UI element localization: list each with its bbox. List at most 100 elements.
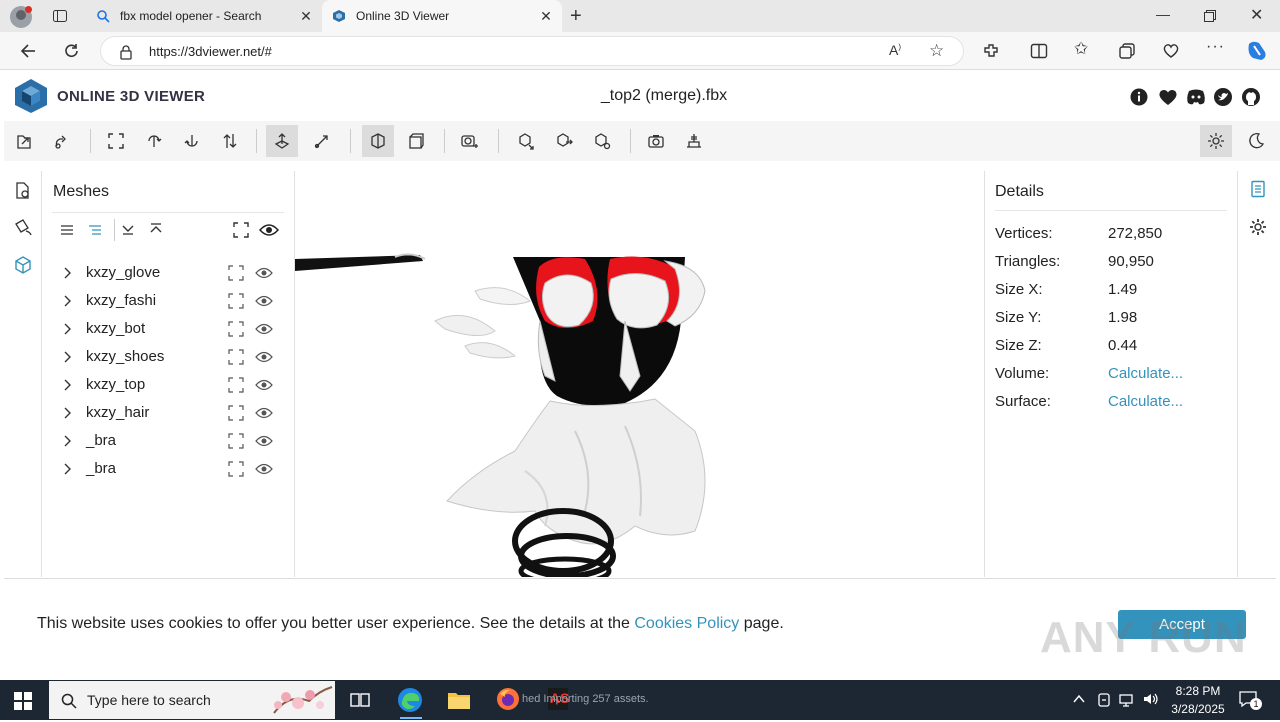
back-arrow-icon[interactable]: [12, 36, 44, 66]
new-tab-icon[interactable]: +: [570, 6, 582, 26]
fit-mesh-icon[interactable]: [228, 349, 244, 365]
lock-icon[interactable]: [119, 44, 133, 65]
chevron-right-icon[interactable]: [62, 377, 74, 393]
light-theme-icon[interactable]: [1200, 125, 1232, 157]
github-icon[interactable]: [1242, 88, 1260, 111]
fit-mesh-icon[interactable]: [228, 293, 244, 309]
fit-mesh-icon[interactable]: [228, 377, 244, 393]
tab-actions-icon[interactable]: [52, 8, 68, 29]
details-panel-icon[interactable]: [1250, 180, 1266, 203]
windows-start-icon[interactable]: [14, 692, 32, 715]
cookies-policy-link[interactable]: Cookies Policy: [634, 615, 739, 632]
model-settings-icon[interactable]: [586, 125, 618, 157]
snapshot-camera-icon[interactable]: [640, 125, 672, 157]
list-item[interactable]: _bra: [52, 455, 284, 483]
fit-mesh-icon[interactable]: [228, 321, 244, 337]
notifications-icon[interactable]: 1: [1238, 690, 1262, 713]
network-icon[interactable]: [1118, 692, 1136, 713]
visibility-eye-icon[interactable]: [255, 322, 273, 336]
list-item[interactable]: kxzy_glove: [52, 259, 284, 287]
taskbar-search-input[interactable]: Type here to search: [49, 681, 335, 719]
edge-browser-icon[interactable]: [396, 686, 426, 716]
browser-essentials-icon[interactable]: [1162, 42, 1180, 65]
favorite-star-icon[interactable]: ☆: [929, 41, 944, 61]
chevron-right-icon[interactable]: [62, 265, 74, 281]
refresh-icon[interactable]: [56, 36, 88, 66]
heart-icon[interactable]: [1158, 88, 1178, 111]
files-panel-icon[interactable]: [14, 181, 32, 206]
chevron-right-icon[interactable]: [62, 321, 74, 337]
fit-to-window-icon[interactable]: [100, 125, 132, 157]
minimize-icon[interactable]: —: [1156, 6, 1170, 22]
edges-display-icon[interactable]: [454, 125, 486, 157]
flip-up-icon[interactable]: [214, 125, 246, 157]
fixed-up-vector-icon[interactable]: [266, 125, 298, 157]
chevron-right-icon[interactable]: [62, 461, 74, 477]
clock-time[interactable]: 8:28 PM: [1172, 684, 1224, 698]
visibility-eye-icon[interactable]: [255, 378, 273, 392]
collapse-all-icon[interactable]: [149, 222, 163, 241]
dark-theme-icon[interactable]: [1240, 125, 1272, 157]
fit-mesh-icon[interactable]: [228, 461, 244, 477]
chevron-right-icon[interactable]: [62, 293, 74, 309]
restore-icon[interactable]: [1204, 9, 1216, 27]
up-z-axis-icon[interactable]: [176, 125, 208, 157]
visibility-eye-icon[interactable]: [255, 350, 273, 364]
chevron-right-icon[interactable]: [62, 433, 74, 449]
favorites-icon[interactable]: ✩: [1074, 39, 1088, 59]
tab-3d-viewer[interactable]: Online 3D Viewer ✕: [322, 0, 562, 32]
show-hidden-icons-chevron-icon[interactable]: [1072, 692, 1086, 711]
more-options-icon[interactable]: ···: [1206, 38, 1225, 56]
list-item[interactable]: kxzy_bot: [52, 315, 284, 343]
visibility-eye-icon[interactable]: [255, 462, 273, 476]
calculate-surface-link[interactable]: Calculate...: [1108, 393, 1183, 410]
chevron-right-icon[interactable]: [62, 405, 74, 421]
volume-icon[interactable]: [1142, 691, 1160, 712]
open-url-icon[interactable]: [46, 125, 78, 157]
visibility-eye-icon[interactable]: [255, 406, 273, 420]
list-item[interactable]: _bra: [52, 427, 284, 455]
read-aloud-icon[interactable]: A): [889, 42, 901, 58]
tree-view-icon[interactable]: [87, 223, 103, 242]
flat-list-icon[interactable]: [59, 223, 75, 242]
list-item[interactable]: kxzy_hair: [52, 399, 284, 427]
orthographic-camera-icon[interactable]: [400, 125, 432, 157]
fit-mesh-icon[interactable]: [228, 405, 244, 421]
device-icon[interactable]: [1096, 692, 1112, 713]
list-item[interactable]: kxzy_top: [52, 371, 284, 399]
firefox-icon[interactable]: [496, 687, 520, 716]
close-window-icon[interactable]: ✕: [1250, 5, 1263, 25]
expand-all-icon[interactable]: [121, 222, 135, 241]
settings-gear-icon[interactable]: [1249, 218, 1267, 241]
file-explorer-icon[interactable]: [447, 689, 471, 716]
materials-panel-icon[interactable]: [14, 218, 34, 243]
perspective-camera-icon[interactable]: [362, 125, 394, 157]
collections-icon[interactable]: [1118, 42, 1136, 65]
discord-icon[interactable]: [1186, 88, 1206, 111]
copilot-icon[interactable]: [1245, 40, 1269, 67]
share-model-icon[interactable]: [548, 125, 580, 157]
clock-date[interactable]: 3/28/2025: [1166, 702, 1230, 716]
open-file-icon[interactable]: [8, 125, 40, 157]
free-orbit-icon[interactable]: [306, 125, 338, 157]
address-bar[interactable]: https://3dviewer.net/# A) ☆: [100, 36, 964, 66]
profile-avatar-icon[interactable]: [10, 6, 32, 28]
close-tab-icon[interactable]: ✕: [538, 8, 554, 24]
visibility-eye-icon[interactable]: [255, 266, 273, 280]
list-item[interactable]: kxzy_shoes: [52, 343, 284, 371]
twitter-icon[interactable]: [1214, 88, 1232, 111]
extensions-icon[interactable]: [982, 42, 1000, 65]
export-model-icon[interactable]: [510, 125, 542, 157]
close-tab-icon[interactable]: ✕: [298, 8, 314, 24]
info-icon[interactable]: [1130, 88, 1148, 111]
fit-mesh-icon[interactable]: [228, 433, 244, 449]
fit-mesh-icon[interactable]: [228, 265, 244, 281]
logo-icon[interactable]: [14, 78, 48, 119]
measure-tool-icon[interactable]: [678, 125, 710, 157]
split-screen-icon[interactable]: [1030, 42, 1048, 65]
fit-all-icon[interactable]: [232, 221, 250, 244]
3d-viewport[interactable]: [294, 171, 985, 577]
meshes-panel-icon[interactable]: [14, 256, 32, 279]
calculate-volume-link[interactable]: Calculate...: [1108, 365, 1183, 382]
visibility-eye-icon[interactable]: [255, 434, 273, 448]
